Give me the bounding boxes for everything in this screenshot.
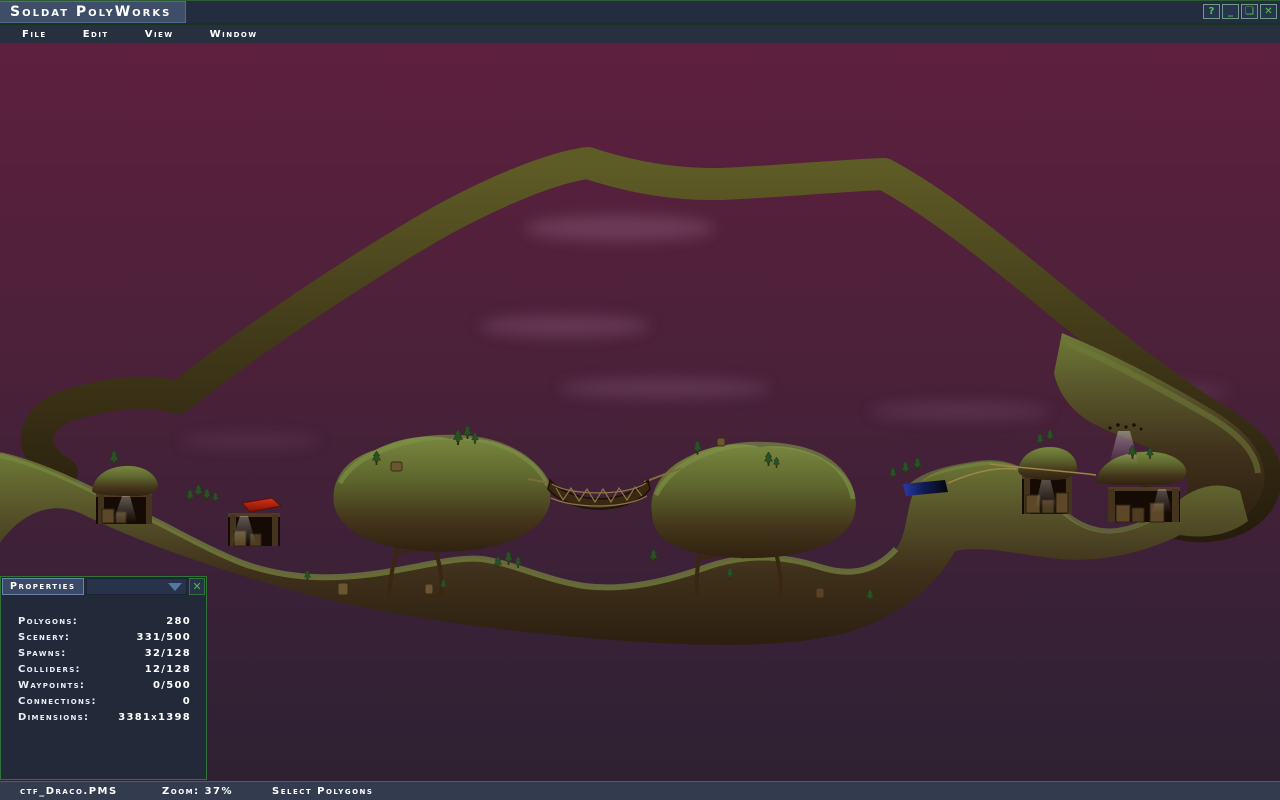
status-tool: Select Polygons <box>272 786 373 797</box>
hut-right-a[interactable] <box>1018 447 1077 514</box>
properties-panel-header: Properties ✕ <box>2 578 205 595</box>
menu-file[interactable]: File <box>22 29 47 40</box>
status-filename: ctf_Draco.PMS <box>20 786 118 797</box>
hut-left[interactable] <box>92 466 158 524</box>
app-title: Soldat PolyWorks <box>10 4 171 20</box>
window-controls: ? _ ❏ ✕ <box>1203 4 1277 19</box>
terrain-mound-right[interactable] <box>651 444 856 558</box>
prop-row-connections: Connections: 0 <box>1 693 206 709</box>
properties-title: Properties <box>10 581 76 592</box>
title-bar: Soldat PolyWorks ? _ ❏ ✕ <box>0 1 1280 25</box>
prop-row-colliders: Colliders: 12/128 <box>1 661 206 677</box>
prop-row-polygons: Polygons: 280 <box>1 613 206 629</box>
help-button[interactable]: ? <box>1203 4 1220 19</box>
properties-tab[interactable]: Properties <box>2 578 84 595</box>
panel-close-button[interactable]: ✕ <box>189 578 205 595</box>
minimize-button[interactable]: _ <box>1222 4 1239 19</box>
app-window: Soldat PolyWorks ? _ ❏ ✕ File Edit View … <box>0 0 1280 800</box>
menu-window[interactable]: Window <box>210 29 258 40</box>
prop-row-spawns: Spawns: 32/128 <box>1 645 206 661</box>
status-bar: ctf_Draco.PMS Zoom: 37% Select Polygons <box>0 781 1280 800</box>
prop-row-scenery: Scenery: 331/500 <box>1 629 206 645</box>
prop-row-dimensions: Dimensions: 3381x1398 <box>1 709 206 725</box>
menu-edit[interactable]: Edit <box>83 29 109 40</box>
menu-view[interactable]: View <box>145 29 174 40</box>
close-button[interactable]: ✕ <box>1260 4 1277 19</box>
collapse-arrow-icon[interactable] <box>168 583 182 591</box>
panel-slot <box>86 578 188 595</box>
terrain-mound-left[interactable] <box>333 436 550 551</box>
menu-bar: File Edit View Window <box>0 25 1280 43</box>
properties-panel: Properties ✕ Polygons: 280 Scenery: 331/… <box>0 576 207 780</box>
status-zoom: Zoom: 37% <box>162 786 233 797</box>
title-box: Soldat PolyWorks <box>0 1 186 23</box>
properties-rows: Polygons: 280 Scenery: 331/500 Spawns: 3… <box>1 613 206 725</box>
prop-row-waypoints: Waypoints: 0/500 <box>1 677 206 693</box>
restore-button[interactable]: ❏ <box>1241 4 1258 19</box>
close-icon: ✕ <box>192 580 201 593</box>
